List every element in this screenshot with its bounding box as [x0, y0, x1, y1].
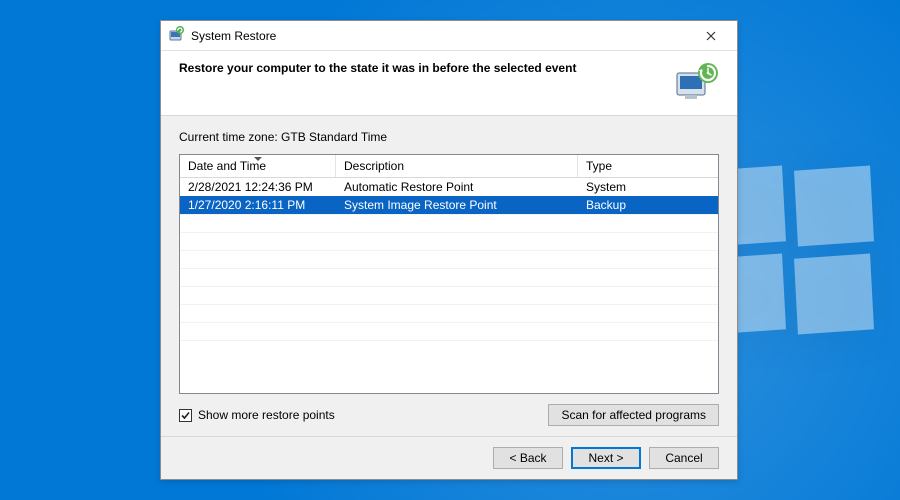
system-restore-dialog: System Restore Restore your computer to … [160, 20, 738, 480]
empty-row [180, 340, 718, 358]
restore-points-grid: Date and Time Description Type 2/28/2021… [179, 154, 719, 394]
empty-row [180, 250, 718, 268]
empty-row [180, 304, 718, 322]
column-header-description[interactable]: Description [336, 155, 578, 177]
page-title: Restore your computer to the state it wa… [179, 61, 675, 75]
column-header-type[interactable]: Type [578, 155, 718, 177]
checkmark-icon [180, 410, 191, 421]
empty-row [180, 286, 718, 304]
grid-body: 2/28/2021 12:24:36 PM Automatic Restore … [180, 178, 718, 393]
timezone-label: Current time zone: GTB Standard Time [179, 130, 719, 144]
scan-affected-programs-button[interactable]: Scan for affected programs [548, 404, 719, 426]
show-more-checkbox[interactable]: Show more restore points [179, 408, 335, 422]
empty-row [180, 322, 718, 340]
cell-description: System Image Restore Point [336, 198, 578, 212]
back-button[interactable]: < Back [493, 447, 563, 469]
grid-header-row: Date and Time Description Type [180, 155, 718, 178]
column-header-date[interactable]: Date and Time [180, 155, 336, 177]
empty-row [180, 268, 718, 286]
app-icon [169, 26, 185, 45]
table-row[interactable]: 2/28/2021 12:24:36 PM Automatic Restore … [180, 178, 718, 196]
titlebar: System Restore [161, 21, 737, 51]
table-row[interactable]: 1/27/2020 2:16:11 PM System Image Restor… [180, 196, 718, 214]
cell-type: Backup [578, 198, 718, 212]
next-button[interactable]: Next > [571, 447, 641, 469]
close-button[interactable] [689, 22, 733, 50]
window-title: System Restore [191, 29, 276, 43]
empty-row [180, 232, 718, 250]
restore-hero-icon [675, 61, 719, 101]
wizard-footer: < Back Next > Cancel [161, 436, 737, 479]
wizard-header: Restore your computer to the state it wa… [161, 51, 737, 116]
cell-date: 1/27/2020 2:16:11 PM [180, 198, 336, 212]
show-more-label: Show more restore points [198, 408, 335, 422]
empty-row [180, 214, 718, 232]
cell-description: Automatic Restore Point [336, 180, 578, 194]
cell-date: 2/28/2021 12:24:36 PM [180, 180, 336, 194]
close-icon [706, 31, 716, 41]
cancel-button[interactable]: Cancel [649, 447, 719, 469]
checkbox-box [179, 409, 192, 422]
cell-type: System [578, 180, 718, 194]
